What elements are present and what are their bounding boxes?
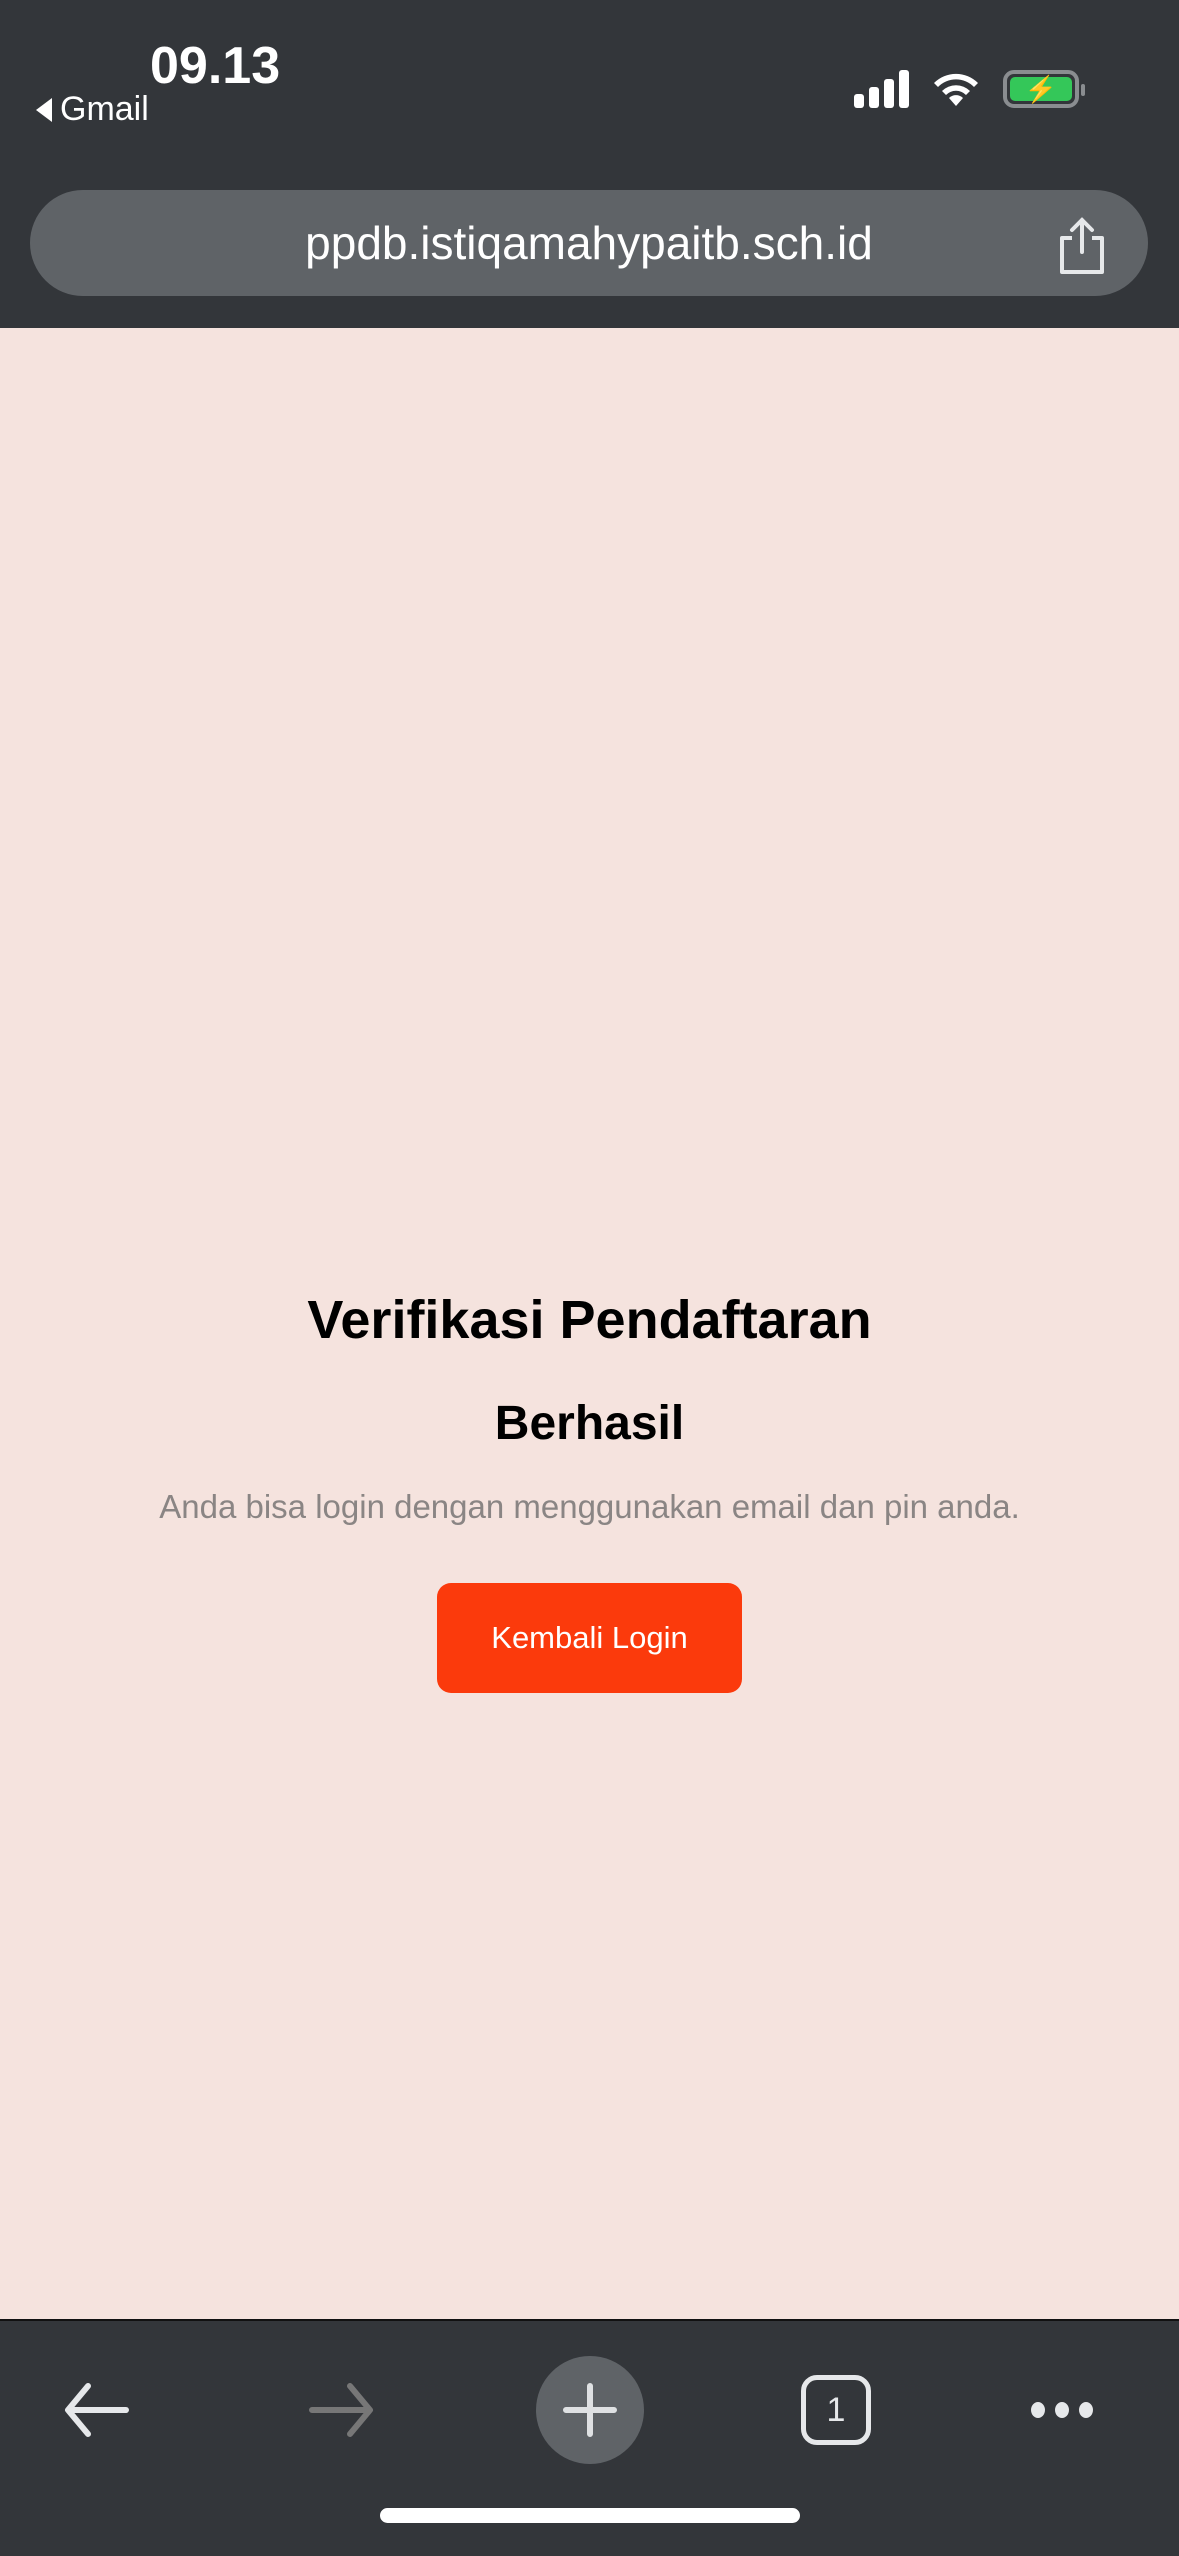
page-content: Verifikasi Pendaftaran Berhasil Anda bis… [0,328,1179,2321]
browser-top-bar: 09.13 Gmail ⚡ ppdb.istiqamahypaitb.sch.i… [0,0,1179,328]
wifi-icon [934,73,978,106]
status-icons: ⚡ [854,68,1085,108]
plus-icon [563,2383,617,2437]
back-app-label: Gmail [60,90,149,128]
cellular-signal-icon [854,70,909,108]
home-indicator[interactable] [380,2508,800,2523]
back-to-login-button[interactable]: Kembali Login [437,1583,742,1693]
page-title: Verifikasi Pendaftaran [307,1290,872,1350]
arrow-right-icon [309,2383,373,2437]
info-message: Anda bisa login dengan menggunakan email… [159,1488,1020,1525]
battery-charging-icon: ⚡ [1003,70,1085,108]
arrow-left-icon [65,2383,129,2437]
status-time: 09.13 [150,37,281,95]
back-triangle-icon [36,97,52,122]
forward-button[interactable] [282,2345,402,2475]
new-tab-button[interactable] [530,2345,650,2475]
tab-count: 1 [801,2375,871,2445]
back-to-app-link[interactable]: Gmail [36,90,149,129]
more-dots-icon [1031,2402,1093,2418]
back-button[interactable] [36,2345,156,2475]
tab-switcher-button[interactable]: 1 [776,2345,896,2475]
more-menu-button[interactable] [1002,2345,1122,2475]
share-icon[interactable] [1054,216,1110,276]
url-text: ppdb.istiqamahypaitb.sch.id [305,217,873,269]
status-heading: Berhasil [494,1397,685,1450]
address-bar[interactable]: ppdb.istiqamahypaitb.sch.id [30,190,1148,296]
browser-toolbar: 1 [0,2323,1179,2556]
